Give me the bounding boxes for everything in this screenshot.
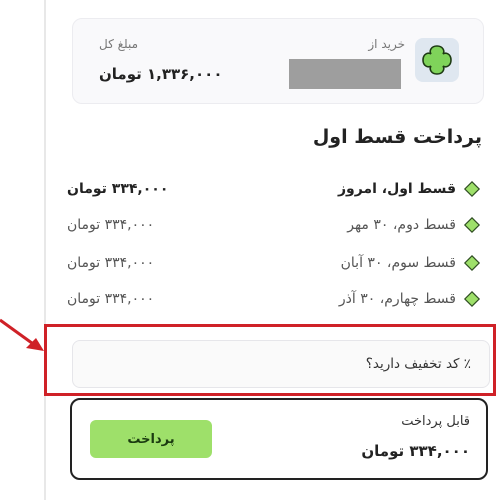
pay-button[interactable]: پرداخت [90, 420, 212, 458]
clover-bullet-icon [462, 289, 482, 309]
total-amount-value: ۱,۳۳۶,۰۰۰ تومان [99, 65, 223, 83]
clover-bullet-icon [462, 253, 482, 273]
order-summary-card: خرید از مبلغ کل ۱,۳۳۶,۰۰۰ تومان [72, 18, 484, 104]
installment-amount: ۳۳۴,۰۰۰ تومان [67, 291, 155, 307]
frame-divider [44, 0, 46, 500]
purchase-from-label: خرید از [368, 37, 405, 51]
clover-logo-icon [422, 45, 452, 75]
installment-row: قسط سوم، ۳۰ آبان ۳۳۴,۰۰۰ تومان [67, 248, 482, 278]
payable-amount: ۳۳۴,۰۰۰ تومان [361, 442, 470, 460]
clover-bullet-icon [462, 215, 482, 235]
installment-label: قسط چهارم، ۳۰ آذر [338, 291, 456, 307]
installment-row: قسط دوم، ۳۰ مهر ۳۳۴,۰۰۰ تومان [67, 210, 482, 240]
installment-row: قسط اول، امروز ۳۳۴,۰۰۰ تومان [67, 174, 482, 204]
installment-label: قسط اول، امروز [337, 181, 456, 197]
installment-label: قسط دوم، ۳۰ مهر [347, 217, 456, 233]
page-title: پرداخت قسط اول [312, 126, 482, 148]
payment-panel: قابل پرداخت ۳۳۴,۰۰۰ تومان پرداخت [70, 398, 488, 480]
merchant-logo [415, 38, 459, 82]
installment-label: قسط سوم، ۳۰ آبان [340, 255, 456, 271]
payable-label: قابل پرداخت [401, 414, 470, 429]
installment-row: قسط چهارم، ۳۰ آذر ۳۳۴,۰۰۰ تومان [67, 284, 482, 314]
installment-amount: ۳۳۴,۰۰۰ تومان [67, 217, 155, 233]
installment-amount: ۳۳۴,۰۰۰ تومان [67, 181, 169, 197]
clover-bullet-icon [462, 179, 482, 199]
red-arrow-icon [0, 318, 44, 351]
merchant-name-redacted [289, 59, 401, 89]
total-amount-label: مبلغ کل [99, 37, 139, 51]
highlight-box [44, 324, 496, 396]
installment-amount: ۳۳۴,۰۰۰ تومان [67, 255, 155, 271]
